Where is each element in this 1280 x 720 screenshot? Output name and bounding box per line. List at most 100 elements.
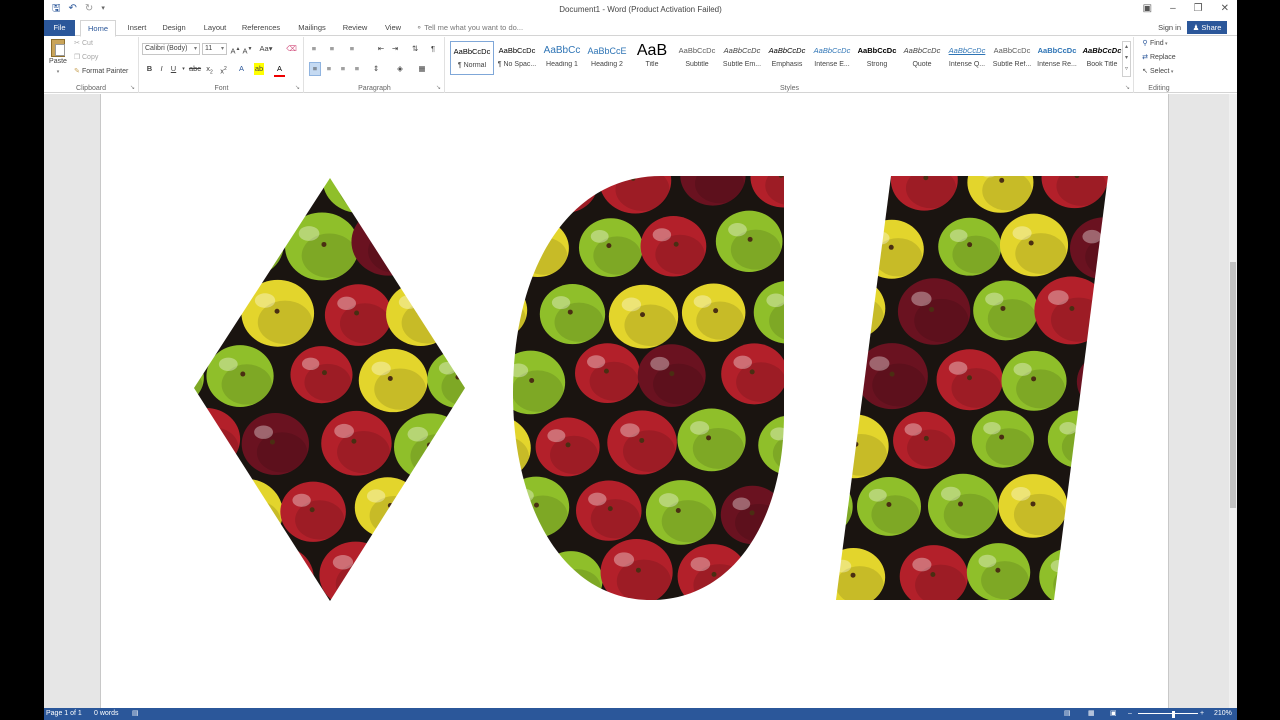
shrink-font-icon[interactable]: A▼: [242, 43, 253, 58]
font-size-combo[interactable]: 11 ▾: [202, 43, 227, 55]
copy-button[interactable]: ❐ Copy: [72, 53, 98, 63]
pilcrow-icon[interactable]: ¶: [427, 43, 439, 55]
tab-references[interactable]: References: [240, 20, 282, 36]
minimize-icon[interactable]: –: [1170, 3, 1176, 14]
style-name: Heading 2: [591, 61, 623, 68]
vertical-scrollbar[interactable]: [1229, 94, 1237, 708]
style-item-1[interactable]: AaBbCcDc ¶ No Spac...: [495, 41, 539, 75]
font-name-combo[interactable]: Calibri (Body) ▾: [142, 43, 200, 55]
share-button[interactable]: ♟ Share: [1187, 21, 1227, 34]
bold-icon[interactable]: B: [144, 63, 155, 75]
document-page[interactable]: [100, 94, 1169, 714]
style-item-8[interactable]: AaBbCcDc Intense E...: [810, 41, 854, 75]
word-count[interactable]: 0 words: [94, 708, 119, 720]
rounded-oval-shape[interactable]: [506, 174, 791, 604]
tell-me-box[interactable]: ⚬ Tell me what you want to do...: [416, 20, 523, 36]
restore-icon[interactable]: ❐: [1194, 3, 1203, 14]
paste-button[interactable]: Paste ▾: [48, 39, 68, 77]
paragraph-launcher-icon[interactable]: ↘: [436, 84, 441, 91]
style-item-11[interactable]: AaBbCcDc Intense Q...: [945, 41, 989, 75]
line-spacing-icon[interactable]: ⇕: [369, 63, 383, 75]
style-item-3[interactable]: AaBbCcE Heading 2: [585, 41, 629, 75]
page-count[interactable]: Page 1 of 1: [46, 708, 82, 720]
style-name: ¶ No Spac...: [497, 61, 537, 68]
diamond-shape[interactable]: [191, 174, 471, 604]
tab-home[interactable]: Home: [80, 20, 116, 37]
clipboard-launcher-icon[interactable]: ↘: [130, 84, 135, 91]
tab-view[interactable]: View: [380, 20, 406, 36]
clear-formatting-icon[interactable]: ⌫: [286, 43, 297, 55]
highlight-icon[interactable]: ab: [254, 63, 264, 75]
chevron-down-icon: ▾: [220, 46, 224, 52]
parallelogram-shape[interactable]: [831, 174, 1111, 604]
borders-icon[interactable]: ▦: [415, 63, 429, 75]
bullets-icon[interactable]: ≡: [307, 43, 321, 55]
font-color-icon[interactable]: A: [274, 63, 285, 77]
style-item-0[interactable]: AaBbCcDc ¶ Normal: [450, 41, 494, 75]
tab-mailings[interactable]: Mailings: [292, 20, 332, 36]
justify-icon[interactable]: ≡: [351, 63, 363, 75]
sort-icon[interactable]: ⇅: [409, 43, 421, 55]
tab-file[interactable]: File: [44, 20, 75, 36]
zoom-slider-handle[interactable]: [1172, 711, 1175, 718]
align-left-icon[interactable]: ≡: [309, 62, 321, 76]
sign-in-link[interactable]: Sign in: [1158, 20, 1181, 35]
decrease-indent-icon[interactable]: ⇤: [375, 43, 387, 55]
style-item-5[interactable]: AaBbCcDc Subtitle: [675, 41, 719, 75]
tab-review[interactable]: Review: [340, 20, 370, 36]
grow-font-icon[interactable]: A▲: [230, 43, 241, 58]
style-item-2[interactable]: AaBbCc Heading 1: [540, 41, 584, 75]
tab-layout[interactable]: Layout: [198, 20, 232, 36]
title-bar: 🖫 ↶ ↻ ▾ Document1 - Word (Product Activa…: [44, 0, 1237, 20]
italic-icon[interactable]: I: [156, 63, 167, 75]
styles-gallery-scroll[interactable]: ▴ ▾ ▿: [1122, 41, 1131, 77]
align-right-icon[interactable]: ≡: [337, 63, 349, 75]
close-icon[interactable]: ✕: [1221, 3, 1229, 14]
select-button[interactable]: ↖ Select ▾: [1140, 67, 1173, 77]
read-mode-icon[interactable]: ▤: [1064, 708, 1071, 720]
font-launcher-icon[interactable]: ↘: [295, 84, 300, 91]
cut-button[interactable]: ✂ Cut: [72, 39, 93, 49]
search-icon: ⚲: [1142, 40, 1148, 47]
zoom-out-icon[interactable]: –: [1128, 708, 1132, 720]
align-center-icon[interactable]: ≡: [323, 63, 335, 75]
ribbon: Paste ▾ ✂ Cut ❐ Copy ✎ Format Painter Clipb…: [44, 37, 1237, 129]
shading-icon[interactable]: ◈: [393, 63, 407, 75]
numbering-icon[interactable]: ≡: [325, 43, 339, 55]
style-item-10[interactable]: AaBbCcDc Quote: [900, 41, 944, 75]
style-item-12[interactable]: AaBbCcDc Subtle Ref...: [990, 41, 1034, 75]
paste-label: Paste: [49, 58, 67, 65]
replace-button[interactable]: ⇄ Replace: [1140, 53, 1176, 63]
ribbon-display-icon[interactable]: ▣: [1143, 3, 1152, 14]
subscript-icon[interactable]: x2: [204, 63, 215, 79]
style-item-9[interactable]: AaBbCcDc Strong: [855, 41, 899, 75]
print-layout-icon[interactable]: ▦: [1088, 708, 1095, 720]
zoom-in-icon[interactable]: +: [1200, 708, 1204, 720]
style-preview: AaBbCcDc: [1082, 46, 1122, 55]
multilevel-list-icon[interactable]: ≡: [345, 43, 359, 55]
style-item-7[interactable]: AaBbCcDc Emphasis: [765, 41, 809, 75]
style-name: Intense Q...: [948, 61, 986, 68]
text-effects-icon[interactable]: A: [236, 63, 247, 75]
style-preview: AaBbCcDc: [857, 46, 897, 55]
scrollbar-thumb[interactable]: [1230, 262, 1236, 508]
superscript-icon[interactable]: x2: [218, 63, 229, 78]
zoom-level[interactable]: 210%: [1214, 708, 1232, 720]
proofing-icon[interactable]: ▤: [132, 708, 139, 720]
tab-insert[interactable]: Insert: [122, 20, 152, 36]
strikethrough-icon[interactable]: abc: [188, 63, 202, 75]
styles-launcher-icon[interactable]: ↘: [1125, 84, 1130, 91]
increase-indent-icon[interactable]: ⇥: [389, 43, 401, 55]
find-button[interactable]: ⚲ Find ▾: [1140, 39, 1167, 49]
web-layout-icon[interactable]: ▣: [1110, 708, 1117, 720]
window-title: Document1 - Word (Product Activation Fai…: [559, 5, 722, 14]
style-item-6[interactable]: AaBbCcDc Subtle Em...: [720, 41, 764, 75]
change-case-icon[interactable]: Aa▾: [258, 43, 274, 55]
style-item-14[interactable]: AaBbCcDc Book Title: [1080, 41, 1124, 75]
font-size-value: 11: [205, 45, 213, 52]
style-item-4[interactable]: AaB Title: [630, 41, 674, 75]
format-painter-button[interactable]: ✎ Format Painter: [72, 67, 128, 77]
tab-design[interactable]: Design: [158, 20, 190, 36]
zoom-slider[interactable]: [1138, 713, 1198, 714]
style-item-13[interactable]: AaBbCcDc Intense Re...: [1035, 41, 1079, 75]
